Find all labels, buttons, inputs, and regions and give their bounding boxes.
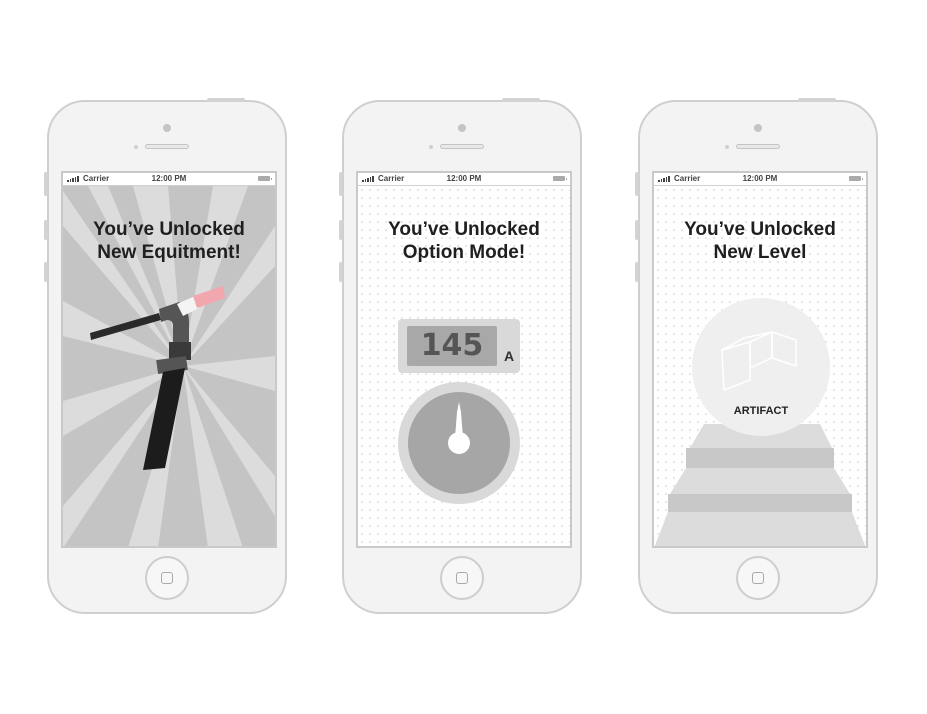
volume-up-button xyxy=(339,220,343,240)
volume-down-button xyxy=(339,262,343,282)
phone-frame-equipment: Carrier 12:00 PM You’ve Unlocked New Equ… xyxy=(44,98,287,614)
phone-frame-option-mode: Carrier 12:00 PM You’ve Unlocked Option … xyxy=(339,98,582,614)
front-camera xyxy=(754,124,762,132)
screen-equipment-unlocked: Carrier 12:00 PM You’ve Unlocked New Equ… xyxy=(61,171,277,548)
unlock-content: You’ve Unlocked New Equitment! xyxy=(63,186,275,546)
status-bar: Carrier 12:00 PM xyxy=(358,173,570,186)
volume-up-button xyxy=(635,220,639,240)
front-camera xyxy=(163,124,171,132)
status-bar: Carrier 12:00 PM xyxy=(63,173,275,186)
earpiece-speaker xyxy=(145,144,189,149)
mute-switch xyxy=(635,172,639,196)
artifact-badge: ARTIFACT xyxy=(692,298,830,436)
amperage-unit: A xyxy=(504,348,515,364)
screen-new-level-unlocked: Carrier 12:00 PM You’ve Unlocked New Lev… xyxy=(652,171,868,548)
home-button[interactable] xyxy=(736,556,780,600)
amperage-readout: 145 A xyxy=(398,319,520,373)
status-bar: Carrier 12:00 PM xyxy=(654,173,866,186)
headline-line-1: You’ve Unlocked xyxy=(93,219,245,240)
power-button xyxy=(207,98,245,102)
home-button[interactable] xyxy=(440,556,484,600)
unlock-headline: You’ve Unlocked Option Mode! xyxy=(358,218,570,264)
battery-icon xyxy=(258,176,272,181)
volume-up-button xyxy=(44,220,48,240)
volume-down-button xyxy=(44,262,48,282)
home-square-icon xyxy=(456,572,468,584)
unlock-content: You’ve Unlocked New Level ARTIFACT xyxy=(654,186,866,546)
battery-icon xyxy=(553,176,567,181)
unlock-headline: You’ve Unlocked New Level xyxy=(654,218,866,264)
screen-option-mode-unlocked: Carrier 12:00 PM You’ve Unlocked Option … xyxy=(356,171,572,548)
volume-down-button xyxy=(635,262,639,282)
unlock-headline: You’ve Unlocked New Equitment! xyxy=(63,218,275,264)
earpiece-speaker xyxy=(736,144,780,149)
battery-icon xyxy=(849,176,863,181)
home-square-icon xyxy=(161,572,173,584)
mute-switch xyxy=(339,172,343,196)
proximity-sensor xyxy=(429,145,433,149)
proximity-sensor xyxy=(134,145,138,149)
headline-line-2: New Level xyxy=(713,242,807,263)
home-square-icon xyxy=(752,572,764,584)
front-camera xyxy=(458,124,466,132)
headline-line-1: You’ve Unlocked xyxy=(388,219,540,240)
headline-line-2: Option Mode! xyxy=(402,242,526,263)
earpiece-speaker xyxy=(440,144,484,149)
clock: 12:00 PM xyxy=(446,174,482,183)
artifact-label: ARTIFACT xyxy=(733,405,789,417)
dial-needle xyxy=(448,402,470,454)
clock: 12:00 PM xyxy=(742,174,778,183)
mute-switch xyxy=(44,172,48,196)
headline-line-1: You’ve Unlocked xyxy=(684,219,836,240)
power-button xyxy=(798,98,836,102)
proximity-sensor xyxy=(725,145,729,149)
dial-gauge-icon xyxy=(398,382,520,504)
power-button xyxy=(502,98,540,102)
headline-line-2: New Equitment! xyxy=(97,242,241,263)
clock: 12:00 PM xyxy=(151,174,187,183)
phone-frame-new-level: Carrier 12:00 PM You’ve Unlocked New Lev… xyxy=(635,98,878,614)
unlock-content: You’ve Unlocked Option Mode! 145 A xyxy=(358,186,570,546)
amperage-value: 145 xyxy=(407,326,497,366)
home-button[interactable] xyxy=(145,556,189,600)
